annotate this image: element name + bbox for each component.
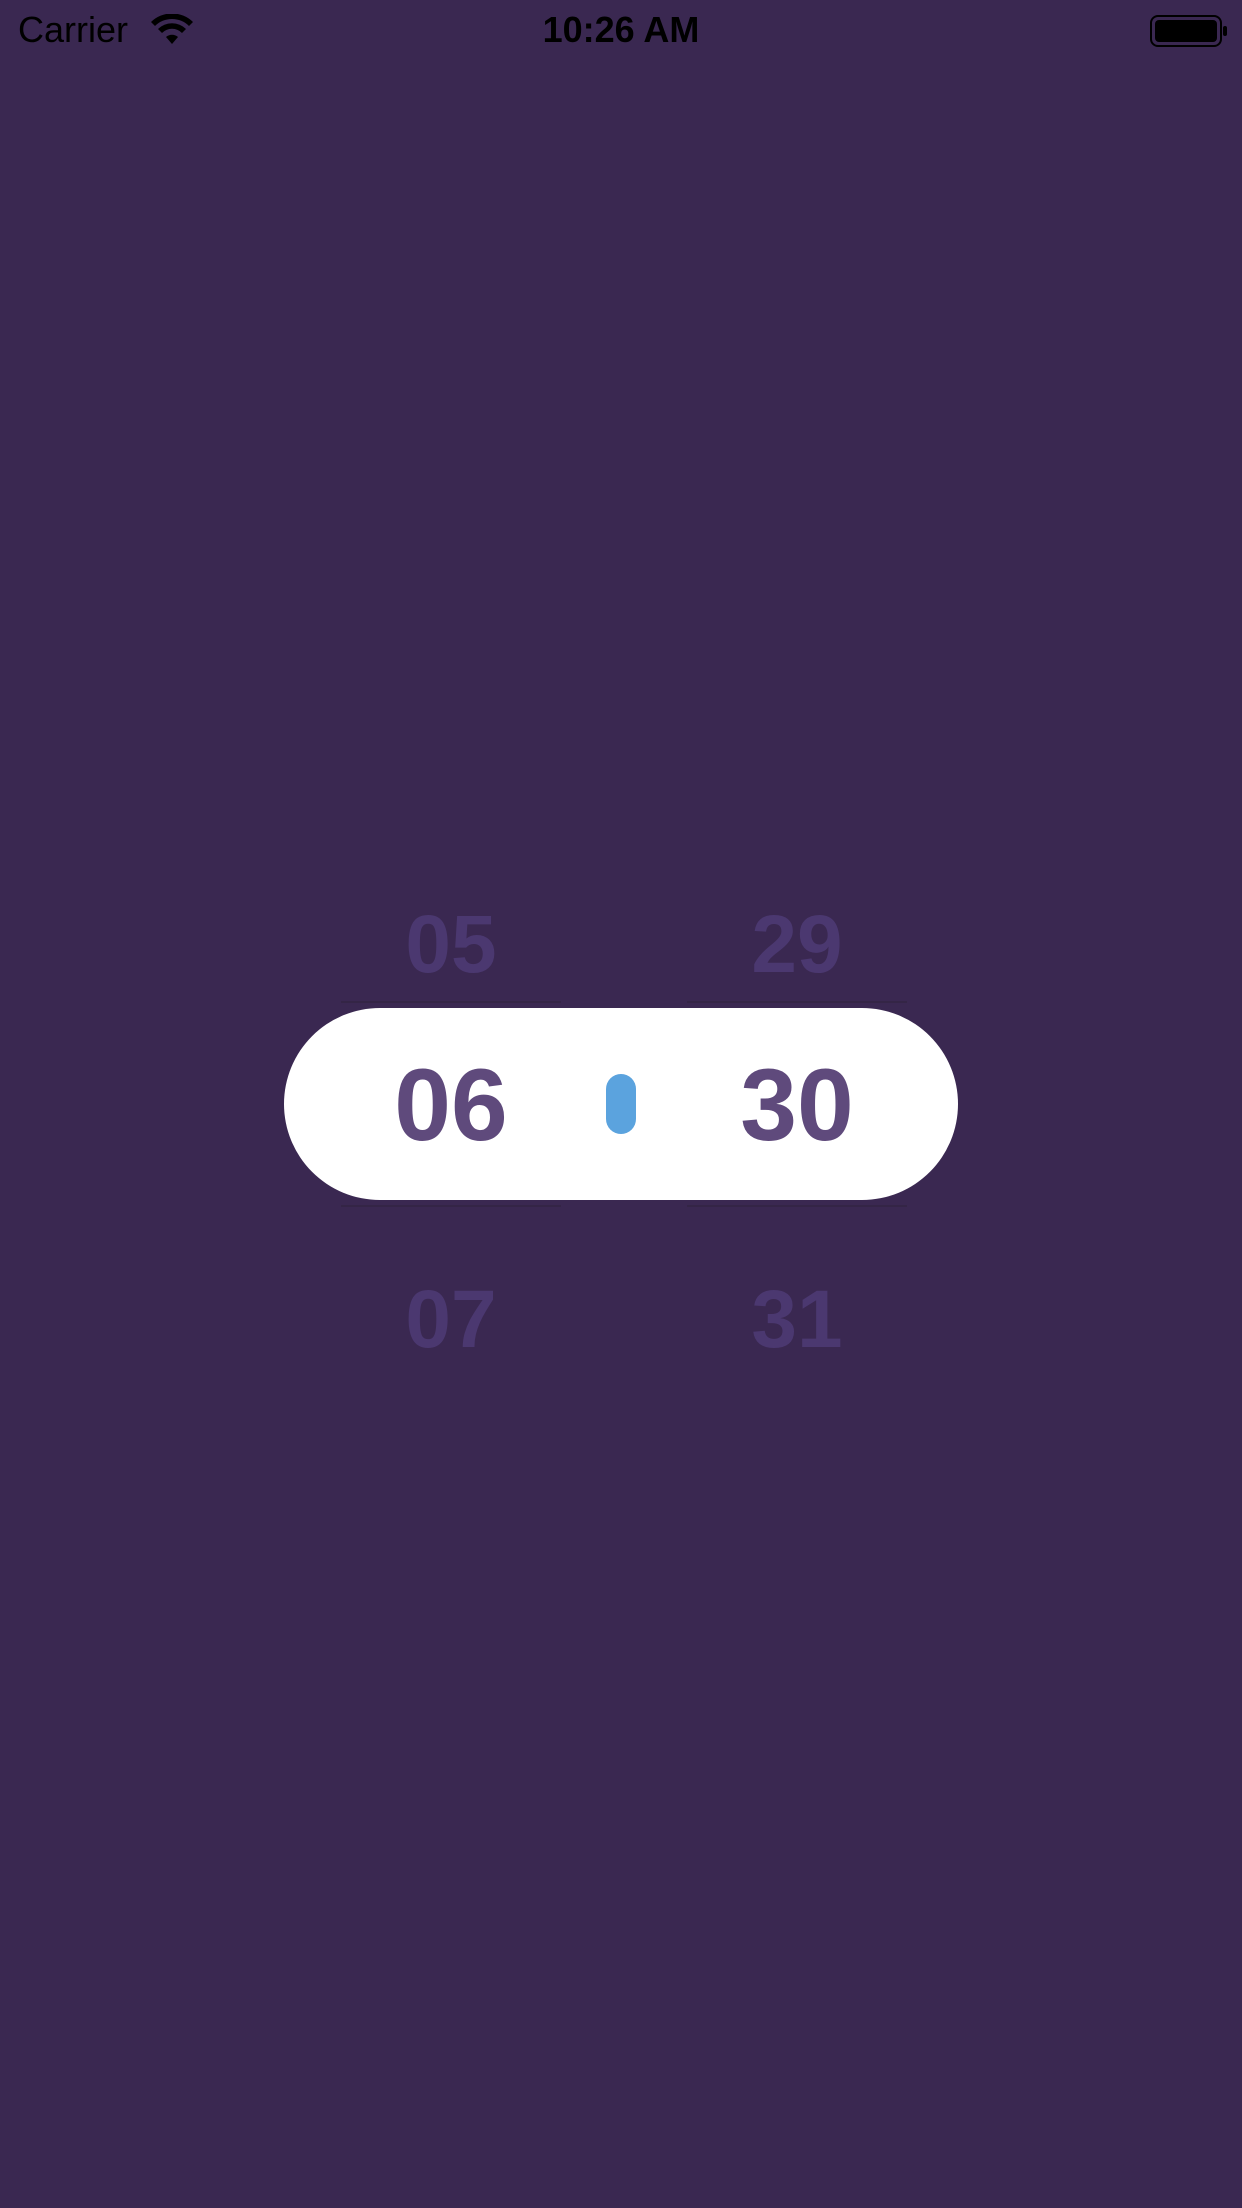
hour-option-previous[interactable]: 05 xyxy=(331,895,571,995)
hour-option-next[interactable]: 07 xyxy=(331,1270,571,1370)
hour-option-selected[interactable]: 06 xyxy=(331,1045,571,1165)
hour-divider-bottom xyxy=(341,1205,561,1207)
minute-divider-top xyxy=(687,1001,907,1003)
minute-divider-bottom xyxy=(687,1205,907,1207)
minute-wheel[interactable]: 29 30 31 xyxy=(677,855,917,1365)
minute-option-next[interactable]: 31 xyxy=(677,1270,917,1370)
hour-wheel[interactable]: 05 06 07 xyxy=(331,855,571,1365)
minute-option-selected[interactable]: 30 xyxy=(677,1045,917,1165)
time-picker[interactable]: 05 06 07 29 30 31 xyxy=(284,855,960,1365)
status-time: 10:26 AM xyxy=(542,9,700,50)
battery-icon xyxy=(1150,15,1227,47)
status-bar: Carrier 10:26 AM xyxy=(0,0,1242,60)
hour-divider-top xyxy=(341,1001,561,1003)
minute-option-previous[interactable]: 29 xyxy=(677,895,917,995)
time-separator xyxy=(606,1074,636,1134)
